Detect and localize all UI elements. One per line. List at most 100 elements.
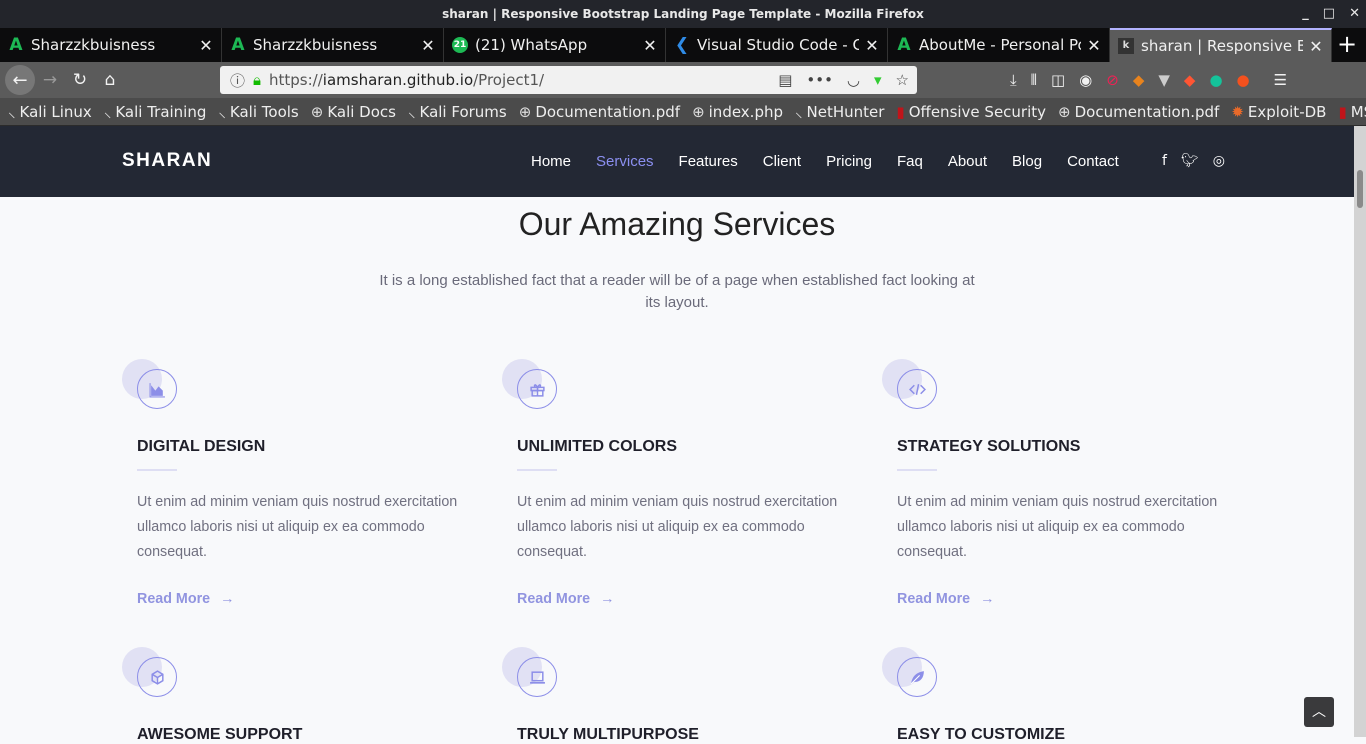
read-more-link[interactable]: Read More → <box>137 591 234 607</box>
service-title: AWESOME SUPPORT <box>137 726 303 743</box>
kali-icon: ⸜ <box>407 102 416 121</box>
leaf-icon <box>897 657 937 697</box>
section-subtitle: It is a long established fact that a rea… <box>379 272 975 311</box>
close-tab-icon[interactable]: ✕ <box>1309 37 1323 56</box>
close-window-button[interactable]: ✕ <box>1349 0 1360 28</box>
bookmark-item[interactable]: ⊕ Kali Docs <box>311 103 396 121</box>
nav-link-services[interactable]: Services <box>596 153 654 170</box>
kali-icon: ⸜ <box>103 102 112 121</box>
browser-tab[interactable]: A Sharzzkbuisness ✕ <box>0 28 222 62</box>
metamask-icon[interactable]: ◆ <box>1133 71 1145 89</box>
instagram-icon[interactable]: ◎ <box>1213 153 1225 169</box>
close-tab-icon[interactable]: ✕ <box>865 36 879 55</box>
forward-button[interactable]: → <box>35 70 65 90</box>
whatsapp-icon: 21 <box>452 37 468 53</box>
browser-tab[interactable]: 21 (21) WhatsApp ✕ <box>444 28 666 62</box>
nav-link-faq[interactable]: Faq <box>897 153 923 170</box>
arrow-right-icon: → <box>220 591 235 607</box>
nav-link-home[interactable]: Home <box>531 153 571 170</box>
nav-link-client[interactable]: Client <box>763 153 801 170</box>
read-more-link[interactable]: Read More → <box>897 591 994 607</box>
menu-icon[interactable]: ☰ <box>1274 71 1287 89</box>
minimize-button[interactable]: _ <box>1302 0 1309 28</box>
maximize-button[interactable]: □ <box>1323 0 1335 28</box>
browser-tab[interactable]: A Sharzzkbuisness ✕ <box>222 28 444 62</box>
browser-tab-active[interactable]: ksharan | Responsive Bootstrap✕ <box>1110 28 1332 62</box>
page-scrollbar[interactable] <box>1354 126 1366 737</box>
code-icon <box>897 369 937 409</box>
facebook-icon[interactable]: f <box>1162 153 1167 169</box>
nav-link-about[interactable]: About <box>948 153 987 170</box>
filter-icon[interactable]: ▼ <box>1158 71 1170 89</box>
sidebar-icon[interactable]: ◫ <box>1051 71 1065 89</box>
close-tab-icon[interactable]: ✕ <box>643 36 657 55</box>
page-actions-icon[interactable]: ••• <box>806 71 833 89</box>
account-icon[interactable]: ◉ <box>1079 71 1092 89</box>
service-title: EASY TO CUSTOMIZE <box>897 726 1066 743</box>
chevron-up-icon: ︿ <box>1312 704 1326 720</box>
bookmark-item[interactable]: ⸜ Kali Forums <box>408 102 507 122</box>
service-title: UNLIMITED COLORS <box>517 438 677 455</box>
google-icon[interactable]: ● <box>1237 71 1250 89</box>
arrow-right-icon: → <box>600 591 615 607</box>
bookmark-item[interactable]: ✹ Exploit-DB <box>1231 103 1326 121</box>
browser-tab[interactable]: AAboutMe - Personal Portfolio✕ <box>888 28 1110 62</box>
extension-icon[interactable]: ⊘ <box>1106 71 1119 89</box>
site-brand[interactable]: SHARAN <box>122 150 212 172</box>
tab-strip: A Sharzzkbuisness ✕ A Sharzzkbuisness ✕ 21 (2… <box>0 28 1366 62</box>
lock-icon: 🔒︎ <box>253 71 261 89</box>
extension-icon[interactable]: ▾ <box>874 71 882 89</box>
back-button[interactable]: ← <box>5 65 35 95</box>
download-icon[interactable]: ⤓ <box>1010 71 1017 89</box>
bookmark-item[interactable]: ⸜ NetHunter <box>795 102 884 122</box>
bookmark-item[interactable]: ⊕ Documentation.pdf <box>1058 103 1219 121</box>
service-description: Ut enim ad minim veniam quis nostrud exe… <box>137 494 458 560</box>
bookmarks-bar: ⸜ Kali Linux ⸜ Kali Training ⸜ Kali Tools ⊕ Kal… <box>0 98 1366 126</box>
close-tab-icon[interactable]: ✕ <box>1087 36 1101 55</box>
offsec-icon: ▮ <box>896 102 905 121</box>
globe-icon: ⊕ <box>310 102 324 121</box>
chart-area-icon <box>137 369 177 409</box>
browser-tab[interactable]: ❮Visual Studio Code - Code✕ <box>666 28 888 62</box>
library-icon[interactable]: ⫴ <box>1031 71 1037 89</box>
nav-link-blog[interactable]: Blog <box>1012 153 1042 170</box>
close-tab-icon[interactable]: ✕ <box>199 36 213 55</box>
divider <box>517 469 557 471</box>
service-title: DIGITAL DESIGN <box>137 438 266 455</box>
info-icon[interactable]: ⓘ <box>230 70 245 91</box>
read-more-link[interactable]: Read More → <box>517 591 614 607</box>
nav-link-features[interactable]: Features <box>679 153 738 170</box>
bookmark-item[interactable]: ⊕ Documentation.pdf <box>519 103 680 121</box>
url-bar[interactable]: ⓘ 🔒︎ https://iamsharan.github.io/Project… <box>220 66 917 94</box>
back-to-top-button[interactable]: ︿ <box>1304 697 1334 727</box>
bookmark-item[interactable]: ⊕ index.php <box>692 103 783 121</box>
nav-link-pricing[interactable]: Pricing <box>826 153 872 170</box>
kali-icon: ⸜ <box>795 102 803 121</box>
grammarly-icon[interactable]: ● <box>1209 71 1222 89</box>
divider <box>897 469 937 471</box>
home-button[interactable]: ⌂ <box>95 70 125 90</box>
section-title: Our Amazing Services <box>518 206 836 242</box>
bookmark-item[interactable]: ⸜ Kali Tools <box>218 102 298 122</box>
bookmark-item[interactable]: ⸜ Kali Training <box>104 102 207 122</box>
bookmark-item[interactable]: ▮ Offensive Security <box>896 103 1046 121</box>
twitter-icon[interactable]: 🐦︎ <box>1181 153 1199 169</box>
bookmark-item[interactable]: ⸜ Kali Linux <box>8 102 92 122</box>
tab-favicon-icon: k <box>1118 38 1134 54</box>
new-tab-button[interactable]: + <box>1332 28 1362 62</box>
bookmark-item[interactable]: ▮MSFU <box>1338 103 1366 121</box>
nav-link-contact[interactable]: Contact <box>1067 153 1119 170</box>
reload-button[interactable]: ↻ <box>65 70 95 90</box>
scrollbar-thumb[interactable] <box>1357 170 1363 208</box>
globe-icon: ⊕ <box>1058 102 1071 121</box>
globe-icon: ⊕ <box>518 102 532 121</box>
divider <box>137 469 177 471</box>
bookmark-star-icon[interactable]: ☆ <box>896 71 909 89</box>
pocket-icon[interactable]: ◡ <box>847 71 860 89</box>
service-description: Ut enim ad minim veniam quis nostrud exe… <box>517 494 838 560</box>
close-tab-icon[interactable]: ✕ <box>421 36 435 55</box>
vscode-icon: ❮ <box>674 35 690 55</box>
extension-icon[interactable]: ◆ <box>1184 71 1196 89</box>
cube-icon <box>137 657 177 697</box>
reader-view-icon[interactable]: ▤ <box>778 71 792 89</box>
